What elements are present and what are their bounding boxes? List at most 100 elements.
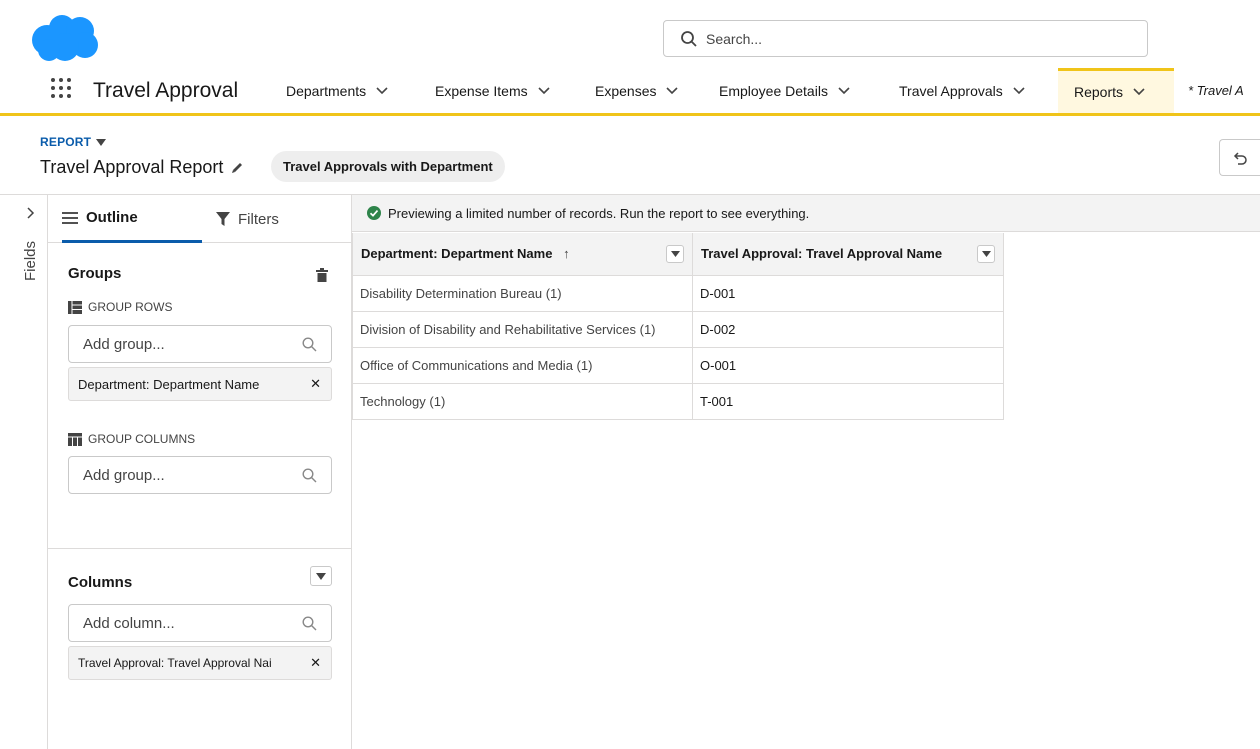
table-cell-travel-approval: D-002 — [692, 310, 1004, 348]
search-icon — [681, 30, 697, 47]
sort-ascending-icon[interactable]: ↑ — [563, 246, 570, 261]
undo-button[interactable] — [1219, 139, 1260, 176]
columns-menu-button[interactable] — [310, 566, 332, 586]
column-pill[interactable]: Travel Approval: Travel Approval Nai ✕ — [68, 646, 332, 680]
search-icon — [302, 468, 317, 483]
nav-label: Employee Details — [719, 82, 828, 99]
preview-notice-text: Previewing a limited number of records. … — [388, 205, 810, 221]
panel-tabs: Outline Filters — [48, 195, 352, 243]
trash-icon[interactable] — [316, 268, 328, 282]
nav-item-expense-items[interactable]: Expense Items — [435, 68, 550, 113]
table-row: Division of Disability and Rehabilitativ… — [352, 310, 1004, 348]
tab-outline-label: Outline — [86, 209, 138, 226]
group-rows-label: GROUP ROWS — [68, 300, 172, 314]
nav-item-expenses[interactable]: Expenses — [595, 68, 679, 113]
nav-label: * Travel A — [1188, 83, 1244, 98]
search-icon — [302, 337, 317, 352]
table-cell-department: Division of Disability and Rehabilitativ… — [352, 310, 693, 348]
tab-outline[interactable]: Outline — [62, 195, 202, 243]
nav-label: Expense Items — [435, 82, 528, 99]
caret-down-icon — [316, 572, 326, 580]
nav-item-departments[interactable]: Departments — [286, 68, 388, 113]
search-icon — [302, 616, 317, 631]
tab-filters[interactable]: Filters — [216, 195, 279, 243]
nav-label: Reports — [1074, 84, 1124, 100]
chevron-down-icon[interactable] — [538, 86, 550, 95]
table-cell-travel-approval: D-001 — [692, 274, 1004, 312]
group-rows-text: GROUP ROWS — [88, 300, 173, 314]
chevron-down-icon[interactable] — [666, 86, 679, 95]
fields-label: Fields — [22, 240, 39, 281]
table-cell-department: Office of Communications and Media (1) — [352, 346, 693, 384]
add-column-placeholder: Add column... — [83, 614, 175, 632]
add-group-row-input[interactable]: Add group... — [68, 325, 332, 363]
filter-icon — [216, 212, 230, 226]
chevron-down-icon[interactable] — [1133, 88, 1145, 96]
nav-item-reports[interactable]: Reports — [1058, 68, 1174, 113]
group-rows-icon — [68, 300, 82, 314]
column-menu-button[interactable] — [977, 244, 995, 263]
group-columns-icon — [68, 432, 82, 446]
nav-label: Expenses — [595, 82, 657, 99]
nav-label: Departments — [286, 82, 367, 99]
report-type-menu[interactable]: REPORT — [40, 135, 107, 149]
report-preview-table: Department: Department Name ↑ Travel App… — [352, 233, 1004, 420]
report-tag-label: REPORT — [40, 135, 92, 149]
search-placeholder: Search... — [706, 30, 763, 47]
table-cell-department: Technology (1) — [352, 382, 693, 420]
global-search-input[interactable]: Search... — [663, 20, 1148, 57]
nav-label: Travel Approvals — [899, 82, 1003, 99]
report-title: Travel Approval Report — [40, 157, 244, 178]
column-header-department[interactable]: Department: Department Name ↑ — [352, 233, 693, 276]
app-launcher-icon[interactable] — [51, 78, 71, 98]
group-row-pill-label: Department: Department Name — [78, 376, 260, 392]
tab-filters-label: Filters — [238, 210, 279, 228]
salesforce-logo[interactable] — [30, 14, 100, 62]
column-header-travel-approval[interactable]: Travel Approval: Travel Approval Name — [692, 233, 1004, 276]
report-type-badge: Travel Approvals with Department — [271, 151, 505, 182]
chevron-down-icon[interactable] — [1013, 86, 1025, 95]
outline-panel: Outline Filters Groups GROUP ROWS Add gr… — [48, 195, 352, 749]
caret-down-icon — [981, 250, 991, 257]
app-nav-bar: Travel Approval Departments Expense Item… — [0, 68, 1260, 116]
divider — [48, 548, 352, 549]
column-header-label: Travel Approval: Travel Approval Name — [701, 246, 943, 262]
table-row: Office of Communications and Media (1) O… — [352, 346, 1004, 384]
table-cell-travel-approval: T-001 — [692, 382, 1004, 420]
chevron-down-icon[interactable] — [376, 86, 388, 95]
add-group-column-input[interactable]: Add group... — [68, 456, 332, 494]
app-name: Travel Approval — [93, 79, 239, 102]
column-pill-label: Travel Approval: Travel Approval Nai — [78, 656, 272, 670]
nav-item-travel-approvals[interactable]: Travel Approvals — [899, 68, 1025, 113]
column-header-label: Department: Department Name — [361, 246, 553, 262]
preview-notice: Previewing a limited number of records. … — [352, 195, 1260, 232]
column-menu-button[interactable] — [666, 244, 684, 263]
groups-title: Groups — [68, 265, 122, 282]
success-check-icon — [367, 206, 381, 220]
chevron-right-icon[interactable] — [27, 207, 35, 219]
caret-down-icon — [96, 138, 107, 146]
group-columns-label: GROUP COLUMNS — [68, 432, 195, 446]
caret-down-icon — [670, 250, 680, 257]
add-group-col-placeholder: Add group... — [83, 466, 165, 484]
add-column-input[interactable]: Add column... — [68, 604, 332, 642]
table-row: Technology (1) T-001 — [352, 382, 1004, 420]
remove-icon[interactable]: ✕ — [310, 655, 321, 671]
table-cell-department: Disability Determination Bureau (1) — [352, 274, 693, 312]
table-row: Disability Determination Bureau (1) D-00… — [352, 274, 1004, 312]
undo-icon — [1233, 151, 1247, 165]
fields-panel-toggle[interactable]: Fields — [0, 195, 48, 749]
group-columns-text: GROUP COLUMNS — [88, 432, 196, 446]
columns-title: Columns — [68, 574, 133, 591]
nav-item-current-report-tab[interactable]: * Travel A — [1188, 68, 1244, 113]
nav-item-employee-details[interactable]: Employee Details — [719, 68, 850, 113]
table-header-row: Department: Department Name ↑ Travel App… — [352, 233, 1004, 276]
table-cell-travel-approval: O-001 — [692, 346, 1004, 384]
chevron-down-icon[interactable] — [838, 86, 850, 95]
remove-icon[interactable]: ✕ — [310, 376, 321, 392]
add-group-placeholder: Add group... — [83, 335, 165, 353]
list-icon — [62, 211, 78, 224]
group-row-pill[interactable]: Department: Department Name ✕ — [68, 367, 332, 401]
pencil-icon[interactable] — [231, 161, 244, 174]
report-title-text: Travel Approval Report — [40, 157, 224, 177]
